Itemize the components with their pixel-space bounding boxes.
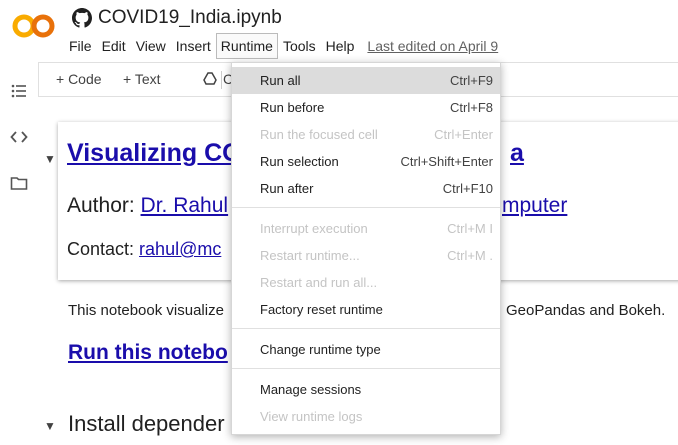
contact-line: Contact: rahul@mc: [67, 239, 221, 260]
collapse-install-icon[interactable]: ▼: [44, 419, 56, 433]
menu-item-label: Interrupt execution: [260, 221, 368, 236]
description-text: This notebook visualize: [68, 302, 224, 319]
menu-file[interactable]: File: [64, 33, 97, 59]
colab-logo-icon[interactable]: [12, 11, 56, 41]
add-text-button[interactable]: + Text: [123, 71, 161, 87]
menu-item-label: View runtime logs: [260, 409, 363, 424]
menu-item-label: Run before: [260, 100, 325, 115]
menu-help[interactable]: Help: [321, 33, 360, 59]
install-dependencies-heading: Install depender: [68, 411, 225, 436]
author-link[interactable]: Dr. Rahul: [141, 194, 229, 217]
last-edited-link[interactable]: Last edited on April 9: [367, 38, 498, 54]
menu-change-runtime-type[interactable]: Change runtime type: [232, 336, 500, 363]
menu-interrupt-execution: Interrupt execution Ctrl+M I: [232, 215, 500, 242]
menu-run-selection[interactable]: Run selection Ctrl+Shift+Enter: [232, 148, 500, 175]
menu-tools[interactable]: Tools: [278, 33, 321, 59]
menu-item-shortcut: Ctrl+Enter: [434, 127, 493, 142]
github-icon: [72, 8, 92, 28]
author-prefix: Author:: [67, 194, 141, 217]
menu-item-label: Factory reset runtime: [260, 302, 383, 317]
runtime-menu: Run all Ctrl+F9 Run before Ctrl+F8 Run t…: [231, 62, 501, 435]
menu-run-focused-cell: Run the focused cell Ctrl+Enter: [232, 121, 500, 148]
menu-item-label: Run the focused cell: [260, 127, 378, 142]
menu-divider: [232, 368, 500, 369]
copy-to-drive-button[interactable]: C: [203, 71, 233, 87]
menu-view[interactable]: View: [131, 33, 171, 59]
menu-restart-and-run-all: Restart and run all...: [232, 269, 500, 296]
add-code-button[interactable]: + Code: [56, 71, 102, 87]
menu-item-label: Run all: [260, 73, 301, 88]
menu-bar: File Edit View Insert Runtime Tools Help…: [64, 33, 498, 59]
code-snippets-icon[interactable]: [10, 128, 28, 146]
menu-divider: [232, 207, 500, 208]
menu-item-label: Change runtime type: [260, 342, 381, 357]
menu-view-runtime-logs: View runtime logs: [232, 403, 500, 430]
menu-restart-runtime: Restart runtime... Ctrl+M .: [232, 242, 500, 269]
drive-icon: [203, 72, 217, 85]
contact-prefix: Contact:: [67, 239, 140, 259]
author-link-tail[interactable]: mputer: [502, 194, 567, 218]
author-line: Author: Dr. Rahul: [67, 194, 228, 218]
menu-manage-sessions[interactable]: Manage sessions: [232, 376, 500, 403]
table-of-contents-icon[interactable]: [10, 82, 28, 100]
notebook-heading[interactable]: Visualizing CO: [67, 139, 242, 168]
files-folder-icon[interactable]: [10, 174, 28, 192]
menu-run-after[interactable]: Run after Ctrl+F10: [232, 175, 500, 202]
menu-item-shortcut: Ctrl+M I: [447, 221, 493, 236]
notebook-title[interactable]: COVID19_India.ipynb: [98, 7, 282, 29]
menu-runtime[interactable]: Runtime: [215, 33, 278, 59]
menu-insert[interactable]: Insert: [171, 33, 216, 59]
title-row: COVID19_India.ipynb: [72, 6, 282, 30]
menu-item-label: Restart runtime...: [260, 248, 360, 263]
run-notebook-link[interactable]: Run this notebo: [68, 341, 228, 365]
contact-email-link[interactable]: rahul@mc: [139, 239, 221, 259]
left-rail: [0, 62, 39, 445]
menu-item-label: Run selection: [260, 154, 339, 169]
top-bar: COVID19_India.ipynb File Edit View Inser…: [0, 0, 678, 62]
description-text-tail: GeoPandas and Bokeh.: [506, 302, 666, 319]
menu-item-shortcut: Ctrl+Shift+Enter: [400, 154, 494, 169]
menu-item-label: Restart and run all...: [260, 275, 378, 290]
menu-edit[interactable]: Edit: [97, 33, 131, 59]
menu-factory-reset-runtime[interactable]: Factory reset runtime: [232, 296, 500, 323]
menu-item-shortcut: Ctrl+F9: [450, 73, 493, 88]
menu-run-all[interactable]: Run all Ctrl+F9: [232, 67, 500, 94]
heading-text: Visualizing CO: [67, 139, 242, 167]
menu-item-label: Run after: [260, 181, 314, 196]
menu-item-shortcut: Ctrl+M .: [447, 248, 493, 263]
menu-run-before[interactable]: Run before Ctrl+F8: [232, 94, 500, 121]
menu-item-shortcut: Ctrl+F8: [450, 100, 493, 115]
menu-item-label: Manage sessions: [260, 382, 362, 397]
collapse-section-icon[interactable]: ▼: [44, 152, 56, 166]
menu-divider: [232, 328, 500, 329]
menu-item-shortcut: Ctrl+F10: [442, 181, 493, 196]
heading-tail[interactable]: a: [510, 139, 524, 168]
